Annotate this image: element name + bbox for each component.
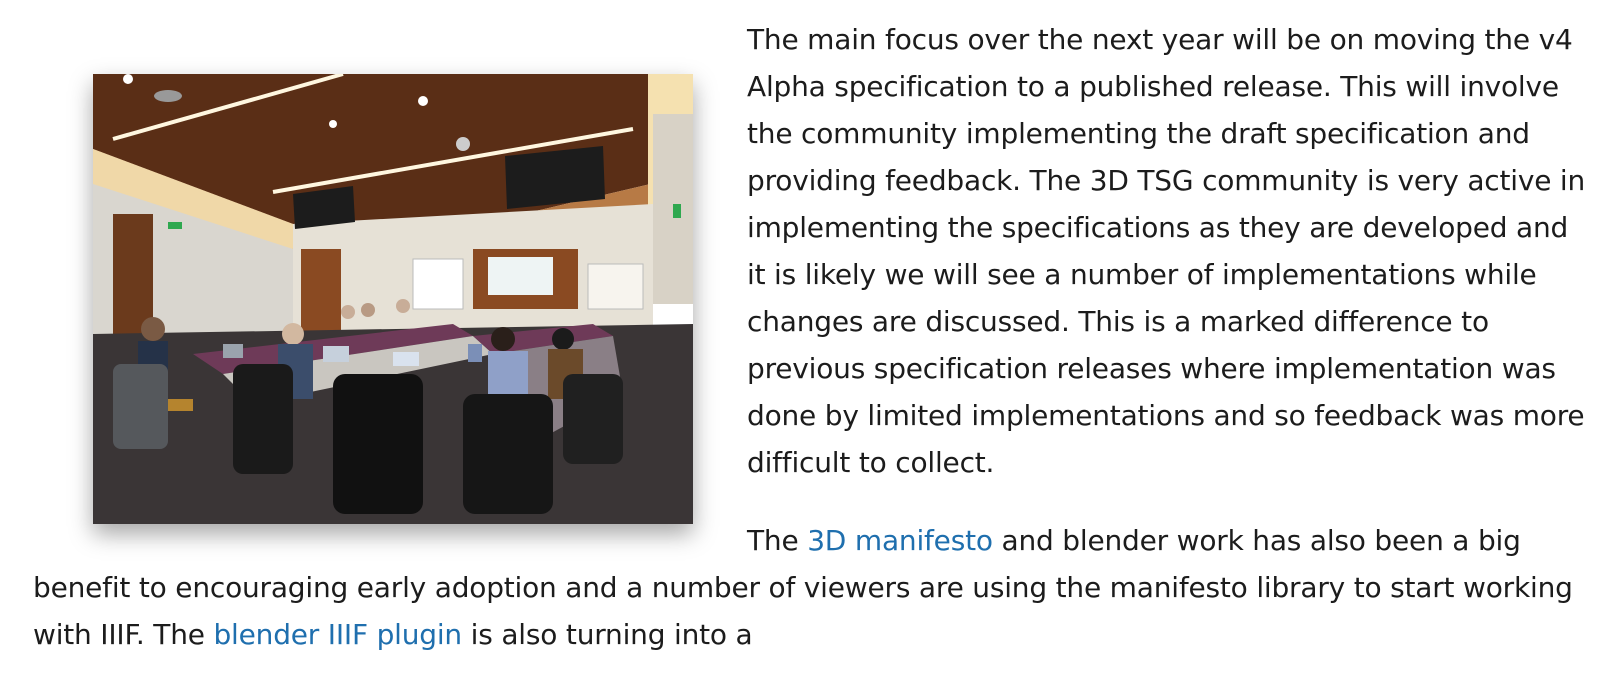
photo-illustration [93,74,693,524]
paragraph-2-text-start: The [747,524,808,557]
link-blender-iiif-plugin[interactable]: blender IIIF plugin [213,618,462,651]
meeting-room-photo [93,74,693,524]
article-body: The main focus over the next year will b… [33,16,1593,689]
link-3d-manifesto[interactable]: 3D manifesto [807,524,993,557]
paragraph-2: The 3D manifesto and blender work has al… [33,517,1593,658]
paragraph-2-text-end: is also turning into a [461,618,753,651]
